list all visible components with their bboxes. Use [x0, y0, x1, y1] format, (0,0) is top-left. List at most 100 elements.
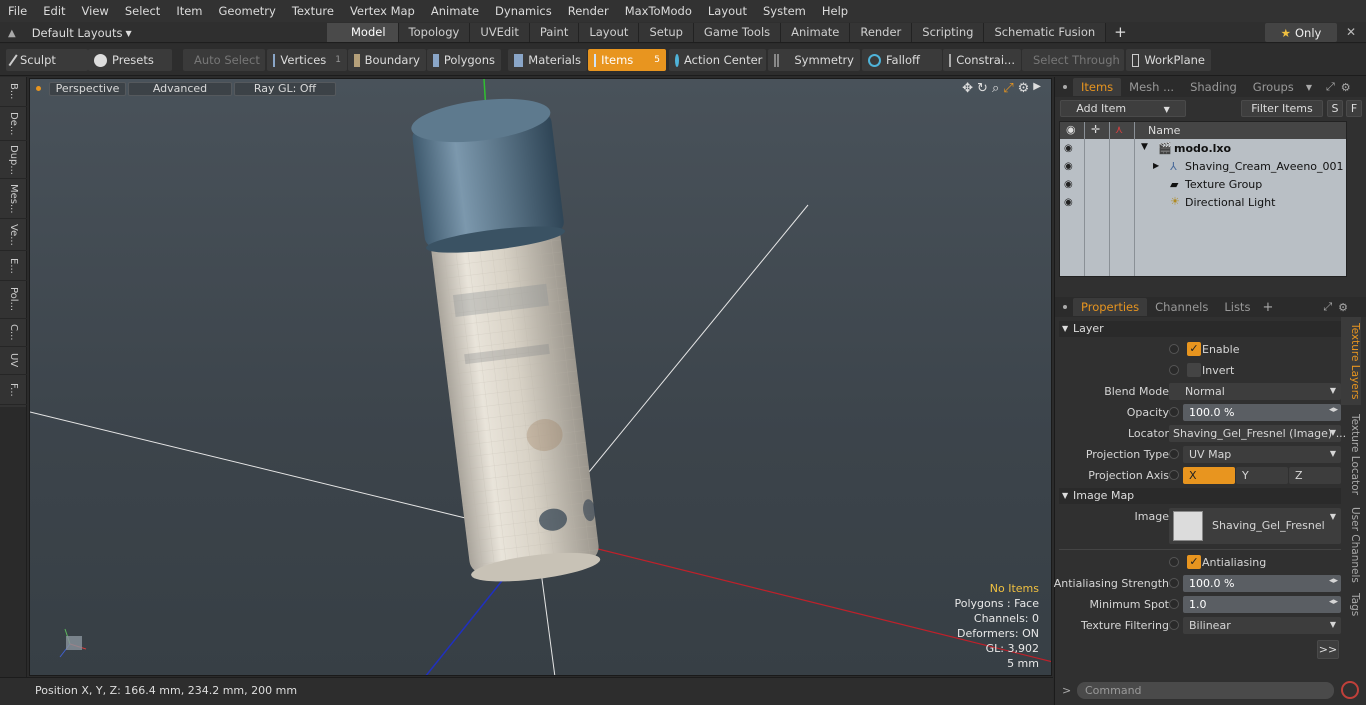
items-button[interactable]: Items 5	[588, 49, 666, 71]
menu-item[interactable]: Item	[168, 0, 210, 22]
materials-button[interactable]: Materials	[508, 49, 587, 71]
side-tab-texture-layers[interactable]: Texture Layers	[1341, 317, 1361, 405]
tab-mesh[interactable]: Mesh ...	[1121, 78, 1182, 96]
min-spot-slider[interactable]: 1.0 ◂▸	[1183, 596, 1341, 613]
tab-setup[interactable]: Setup	[639, 23, 694, 42]
workplane-button[interactable]: WorkPlane	[1126, 49, 1211, 71]
name-column-header[interactable]: Name	[1148, 124, 1180, 137]
tab-animate[interactable]: Animate	[781, 23, 851, 42]
sculpt-button[interactable]: Sculpt	[6, 49, 88, 71]
only-button[interactable]: ★ Only	[1265, 23, 1337, 42]
tex-filter-dropdown[interactable]: Bilinear ▼	[1183, 617, 1341, 634]
tab-schematic-fusion[interactable]: Schematic Fusion	[984, 23, 1107, 42]
tree-row-mesh[interactable]: ◉ ▶ ⅄ Shaving_Cream_Aveeno_001	[1060, 158, 1346, 176]
tree-row-texture-group[interactable]: ◉ ▰ Texture Group	[1060, 176, 1346, 194]
zoom-icon[interactable]: ⌕	[992, 81, 999, 97]
eye-icon[interactable]: ◉	[1064, 197, 1073, 208]
move-view-icon[interactable]: ✥	[962, 81, 973, 97]
tab-uvedit[interactable]: UVEdit	[470, 23, 530, 42]
boundary-button[interactable]: Boundary	[348, 49, 426, 71]
tab-items[interactable]: Items	[1073, 78, 1122, 96]
menu-layout[interactable]: Layout	[700, 0, 755, 22]
raygl-button[interactable]: Ray GL: Off	[234, 82, 336, 96]
expand-arrow-icon[interactable]: ▶	[1153, 161, 1159, 170]
panel-gear-icon[interactable]: ⚙	[1341, 81, 1351, 94]
vertices-button[interactable]: Vertices 1	[267, 49, 347, 71]
tab-properties[interactable]: Properties	[1073, 298, 1148, 316]
invert-checkbox[interactable]	[1187, 363, 1201, 377]
axis-y-button[interactable]: Y	[1236, 467, 1288, 484]
perspective-button[interactable]: Perspective	[49, 82, 126, 96]
fit-view-icon[interactable]: ⤢	[1003, 81, 1013, 97]
menu-texture[interactable]: Texture	[284, 0, 342, 22]
left-tab-vertex[interactable]: Ve...	[0, 219, 27, 251]
menu-vertex-map[interactable]: Vertex Map	[342, 0, 423, 22]
left-tab-duplicate[interactable]: Dup...	[0, 141, 27, 179]
menu-render[interactable]: Render	[560, 0, 617, 22]
add-tab-icon[interactable]: +	[1106, 23, 1135, 42]
tree-row-directional-light[interactable]: ◉ ☀ Directional Light	[1060, 194, 1346, 212]
axis-z-button[interactable]: Z	[1289, 467, 1341, 484]
tab-render[interactable]: Render	[850, 23, 913, 42]
expand-panel-icon[interactable]: ⤢	[1326, 80, 1335, 94]
left-tab-edge[interactable]: E...	[0, 251, 27, 281]
side-tab-tags[interactable]: Tags	[1341, 589, 1361, 621]
menu-animate[interactable]: Animate	[423, 0, 487, 22]
tab-scripting[interactable]: Scripting	[912, 23, 985, 42]
enable-checkbox[interactable]: ✓	[1187, 342, 1201, 356]
left-tab-fusion[interactable]: F...	[0, 375, 27, 405]
menu-dynamics[interactable]: Dynamics	[487, 0, 560, 22]
left-tab-curve[interactable]: C...	[0, 319, 27, 347]
tab-paint[interactable]: Paint	[529, 23, 580, 42]
left-tab-deform[interactable]: De...	[0, 107, 27, 141]
tab-channels[interactable]: Channels	[1147, 298, 1216, 316]
locator-dropdown[interactable]: Shaving_Gel_Fresnel (Image) ... ▼	[1169, 425, 1346, 442]
side-tab-user-channels[interactable]: User Channels	[1341, 503, 1361, 587]
falloff-button[interactable]: Falloff	[862, 49, 942, 71]
auto-select-button[interactable]: Auto Select	[183, 49, 265, 71]
filter-items-button[interactable]: Filter Items	[1241, 100, 1323, 117]
axis-x-button[interactable]: X	[1183, 467, 1235, 484]
close-icon[interactable]: ✕	[1341, 23, 1361, 42]
symmetry-button[interactable]: Symmetry	[768, 49, 860, 71]
menu-file[interactable]: File	[0, 0, 35, 22]
side-tab-texture-locator[interactable]: Texture Locator	[1341, 409, 1361, 499]
menu-help[interactable]: Help	[814, 0, 856, 22]
axis-col-icon[interactable]: ⋏	[1115, 123, 1123, 136]
add-item-button[interactable]: Add Item ▼	[1060, 100, 1186, 117]
opacity-slider[interactable]: 100.0 % ◂▸	[1183, 404, 1341, 421]
left-tab-uv[interactable]: UV	[0, 347, 27, 375]
polygons-button[interactable]: Polygons	[427, 49, 501, 71]
eye-icon[interactable]: ◉	[1064, 143, 1073, 154]
tab-lists[interactable]: Lists	[1216, 298, 1258, 316]
play-arrow-icon[interactable]: ▶	[1033, 81, 1041, 97]
expand-panel-icon[interactable]: ⤢	[1323, 300, 1332, 314]
tree-row-modo-lxo[interactable]: ◉ ▼ 🎬 modo.lxo	[1060, 140, 1346, 158]
menu-geometry[interactable]: Geometry	[211, 0, 284, 22]
tab-groups[interactable]: Groups	[1245, 78, 1302, 96]
image-map-section-header[interactable]: ▼ Image Map	[1059, 488, 1341, 504]
eye-icon[interactable]: ◉	[1064, 179, 1073, 190]
select-through-button[interactable]: Select Through	[1022, 49, 1124, 71]
left-tab-mesh-edit[interactable]: Mes...	[0, 179, 27, 219]
visibility-col-eye-icon[interactable]: ◉	[1066, 123, 1076, 136]
antialiasing-checkbox[interactable]: ✓	[1187, 555, 1201, 569]
left-tab-polygon[interactable]: Pol...	[0, 281, 27, 319]
aa-strength-slider[interactable]: 100.0 % ◂▸	[1183, 575, 1341, 592]
menu-select[interactable]: Select	[117, 0, 168, 22]
left-tab-b[interactable]: B...	[0, 77, 27, 107]
menu-system[interactable]: System	[755, 0, 814, 22]
presets-button[interactable]: Presets	[88, 49, 172, 71]
rotate-view-icon[interactable]: ↻	[977, 81, 988, 97]
image-dropdown[interactable]: Shaving_Gel_Fresnel ▼	[1169, 508, 1341, 544]
tab-layout[interactable]: Layout	[579, 23, 640, 42]
projection-type-dropdown[interactable]: UV Map ▼	[1183, 446, 1341, 463]
lock-col-icon[interactable]: ✛	[1091, 123, 1100, 136]
constraints-button[interactable]: Constrai...	[943, 49, 1021, 71]
eye-icon[interactable]: ◉	[1064, 161, 1073, 172]
layer-section-header[interactable]: ▼ Layer	[1059, 321, 1341, 337]
f-button[interactable]: F	[1346, 100, 1362, 117]
3d-viewport[interactable]: Perspective Advanced Ray GL: Off ✥ ↻ ⌕ ⤢…	[29, 78, 1052, 676]
settings-gear-icon[interactable]: ⚙	[1018, 81, 1030, 97]
layout-dropdown[interactable]: ▲ Default Layouts ▼	[8, 25, 132, 41]
